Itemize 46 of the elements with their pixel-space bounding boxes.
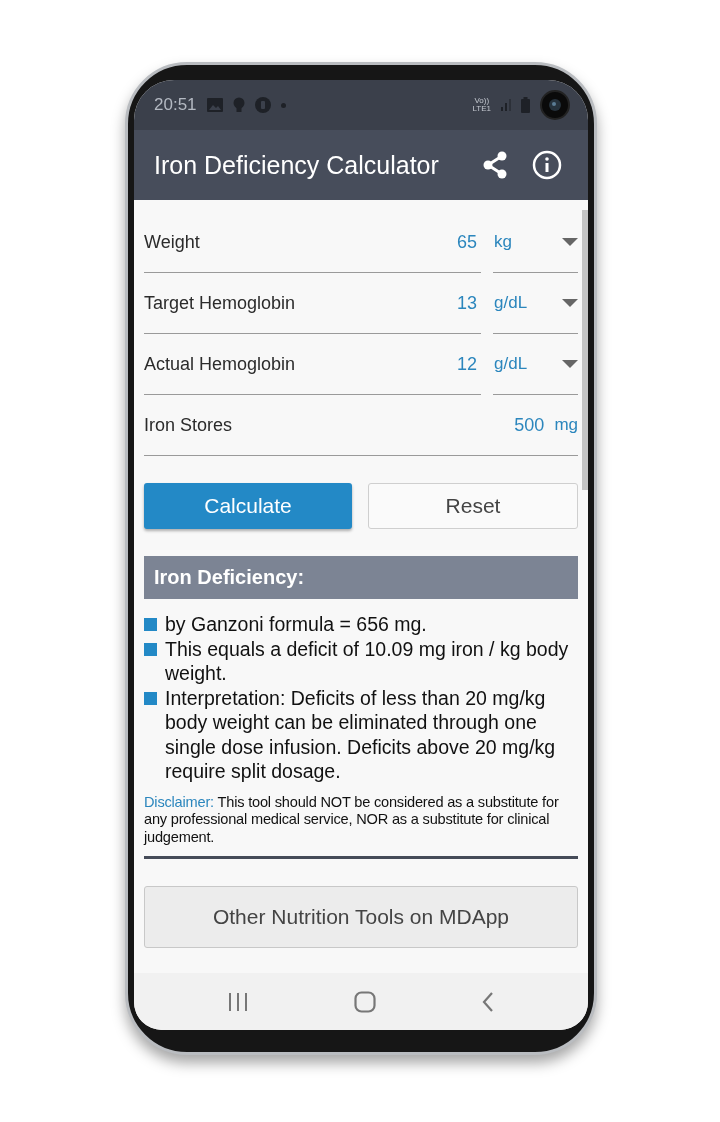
result-text: This equals a deficit of 10.09 mg iron / kg body weight. (165, 636, 570, 686)
bullet-icon (144, 642, 157, 656)
info-button[interactable] (532, 150, 562, 180)
disclaimer-text: Disclaimer: This tool should NOT be considered as a substitute for any professional medical service, NOR as a substitute for clinical judgement. (144, 793, 578, 859)
status-time: 20:51 (154, 95, 197, 115)
value-input[interactable]: 65 (443, 230, 481, 254)
dropdown-arrow-icon (562, 360, 578, 368)
field-label: Weight (144, 231, 201, 253)
share-icon (482, 151, 508, 179)
field-label: Actual Hemoglobin (144, 353, 297, 375)
lightbulb-icon (232, 97, 245, 113)
section-heading: Iron Deficiency: (144, 556, 578, 599)
result-text: Interpretation: Deficits of less than 20 mg/kg body weight can be eliminated through one single dose infusion. Deficits above 20 mg/kg require split dosage. (165, 685, 557, 784)
result-text: by Ganzoni formula = 656 mg. (165, 612, 427, 637)
back-icon (482, 991, 494, 1012)
back-button[interactable] (482, 991, 494, 1012)
network-label: Vo)) LTE1 (472, 97, 491, 113)
more-tools-button[interactable]: Other Nutrition Tools on MDApp (144, 886, 578, 948)
dropdown-arrow-icon (562, 299, 578, 307)
recent-apps-icon (228, 992, 248, 1011)
value-input[interactable]: 500 (500, 413, 549, 437)
value-input[interactable]: 13 (443, 291, 481, 315)
recent-apps-button[interactable] (228, 992, 248, 1011)
unit-dropdown[interactable]: g/dL (493, 334, 578, 395)
circle-badge-icon (254, 97, 271, 113)
calculate-button[interactable]: Calculate (144, 483, 352, 529)
unit-dropdown[interactable]: g/dL (493, 273, 578, 334)
app-title: Iron Deficiency Calculator (154, 150, 440, 180)
info-icon (532, 150, 562, 180)
home-button[interactable] (354, 990, 376, 1013)
bullet-icon (144, 691, 157, 705)
value-input[interactable]: 12 (443, 352, 481, 376)
battery-icon (521, 97, 530, 113)
field-label: Iron Stores (144, 414, 234, 436)
dot-icon (280, 102, 286, 108)
camera-lens-icon (540, 90, 570, 120)
field-label: Target Hemoglobin (144, 292, 297, 314)
reset-button[interactable]: Reset (368, 483, 578, 529)
unit-label: mg (553, 415, 578, 435)
share-button[interactable] (482, 151, 508, 179)
dropdown-arrow-icon (562, 238, 578, 246)
bullet-icon (144, 618, 157, 631)
signal-icon (501, 99, 511, 111)
unit-dropdown[interactable]: kg (493, 212, 578, 273)
home-icon (354, 990, 376, 1013)
image-icon (206, 98, 223, 112)
